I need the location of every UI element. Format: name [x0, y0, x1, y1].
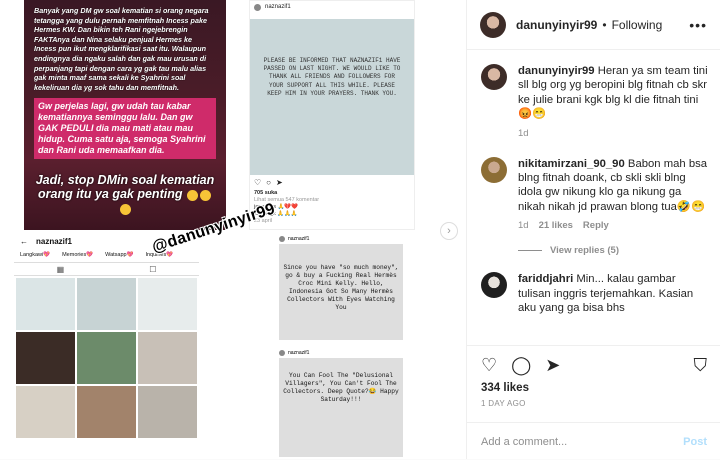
post-image: Banyak yang DM gw soal kematian si orang…: [0, 0, 466, 459]
ig-card-header: naznazif1: [250, 1, 414, 13]
story-paragraph-3: Jadi, stop DMin soal kematian orang itu …: [34, 173, 216, 215]
comment-item: fariddjahri Min... kalau gambar tulisan …: [467, 272, 720, 315]
profile-tabs: ▦ ☐: [14, 262, 199, 276]
comment-text: danunyinyir99 Heran ya sm team tini sll …: [518, 64, 708, 122]
ig-card-comments-link: Lihat semua 547 komentar: [254, 197, 320, 203]
grid-thumb: [77, 386, 136, 438]
avatar: [279, 350, 285, 356]
avatar[interactable]: [481, 64, 507, 90]
avatar: [279, 236, 285, 242]
grid-thumb: [16, 332, 75, 384]
comment-icon: ○: [266, 178, 272, 187]
passing-notice: PLEASE BE INFORMED THAT NAZNAZIF1 HAVE P…: [250, 19, 414, 175]
highlight-item: Memories💖: [62, 252, 94, 258]
quote-username: naznazif1: [288, 350, 310, 356]
grid-thumb: [138, 332, 197, 384]
grid-thumb: [16, 278, 75, 330]
comment-item: danunyinyir99 Heran ya sm team tini sll …: [467, 64, 720, 139]
quote-header: naznazif1: [276, 234, 406, 244]
highlight-item: Watsapp💖: [105, 252, 134, 258]
comment-username[interactable]: danunyinyir99: [518, 65, 595, 77]
quote-username: naznazif1: [288, 236, 310, 242]
grid-thumb: [138, 386, 197, 438]
more-options-icon[interactable]: •••: [689, 17, 707, 33]
grid-thumb: [138, 278, 197, 330]
story-screenshot: Banyak yang DM gw soal kematian si orang…: [24, 0, 226, 230]
grid-icon: ▦: [56, 264, 65, 274]
add-comment-bar: Post: [467, 422, 720, 460]
grid-thumb: [77, 278, 136, 330]
quote-text: You Can Fool The "Delusional Villagers",…: [279, 358, 403, 457]
avatar[interactable]: [481, 272, 507, 299]
separator: •: [602, 17, 607, 32]
comment-text: fariddjahri Min... kalau gambar tulisan …: [518, 272, 708, 315]
instagram-post-screenshot: naznazif1 PLEASE BE INFORMED THAT NAZNAZ…: [249, 0, 415, 230]
quote-screenshot: naznazif1 Since you have "so much money"…: [276, 234, 406, 346]
grid-thumb: [77, 332, 136, 384]
avatar: [254, 3, 261, 11]
profile-username: naznazif1: [36, 236, 73, 246]
post-header: danunyinyir99 • Following •••: [467, 0, 720, 50]
post-button[interactable]: Post: [683, 436, 707, 448]
ig-card-actions: ♡ ○ ➤: [250, 175, 414, 190]
profile-screenshot: ← naznazif1 Langkawi💖 Memories💖 Watsapp💖…: [14, 234, 199, 459]
comment-meta: 1d 21 likes Reply: [518, 220, 720, 231]
post-actions-area: ♡ ◯ ➤ ⛉ 334 likes 1 DAY AGO Post: [467, 345, 720, 459]
profile-grid: [14, 276, 199, 440]
smile-emoji-icon: [119, 203, 131, 215]
heart-icon: ♡: [254, 178, 262, 187]
comment-time: 1d: [518, 220, 529, 232]
share-icon[interactable]: ➤: [545, 355, 560, 376]
divider: [518, 250, 542, 252]
comment-item: nikitamirzani_90_90 Babon mah bsa blng f…: [467, 156, 720, 256]
tagged-icon: ☐: [149, 264, 157, 274]
smile-emoji-icon: [186, 189, 198, 201]
comment-text: nikitamirzani_90_90 Babon mah bsa blng f…: [518, 157, 708, 215]
following-button[interactable]: Following: [612, 18, 663, 32]
story-paragraph-1: Banyak yang DM gw soal kematian si orang…: [34, 6, 209, 92]
comment-likes[interactable]: 21 likes: [539, 220, 573, 231]
comment-input[interactable]: [481, 435, 684, 448]
share-icon: ➤: [276, 178, 283, 187]
ig-card-time: 23 april: [254, 218, 273, 224]
action-icons: ♡ ◯ ➤ ⛉: [467, 346, 720, 376]
bookmark-icon[interactable]: ⛉: [694, 355, 708, 376]
avatar[interactable]: [481, 156, 507, 183]
comment-username[interactable]: fariddjahri: [518, 273, 573, 285]
view-replies[interactable]: View replies (5): [518, 245, 720, 256]
comment-username[interactable]: nikitamirzani_90_90: [518, 158, 625, 170]
comment-time: 1d: [518, 127, 529, 139]
reply-button[interactable]: Reply: [583, 220, 609, 231]
smile-emoji-icon: [199, 189, 211, 201]
likes-count[interactable]: 334 likes: [467, 376, 720, 394]
header-username[interactable]: danunyinyir99: [516, 18, 597, 32]
comments-panel: danunyinyir99 • Following ••• danunyinyi…: [466, 0, 720, 459]
avatar[interactable]: [480, 11, 506, 38]
quote-header: naznazif1: [276, 348, 406, 358]
view-replies-label[interactable]: View replies (5): [550, 245, 619, 256]
highlight-item: Langkawi💖: [20, 252, 51, 258]
heart-icon[interactable]: ♡: [481, 355, 497, 376]
ig-card-username: naznazif1: [265, 4, 291, 10]
grid-thumb: [16, 386, 75, 438]
quote-screenshot: naznazif1 You Can Fool The "Delusional V…: [276, 348, 406, 459]
comment-meta: 1d: [518, 128, 720, 139]
post-date: 1 DAY AGO: [481, 399, 526, 408]
ig-card-likes: 705 suka: [254, 190, 278, 196]
back-arrow-icon: ←: [20, 236, 28, 246]
quote-text: Since you have "so much money", go & buy…: [279, 244, 403, 340]
comment-icon[interactable]: ◯: [511, 355, 531, 376]
chevron-right-icon[interactable]: ›: [440, 222, 458, 240]
story-paragraph-2: Gw perjelas lagi, gw udah tau kabar kema…: [34, 98, 216, 160]
